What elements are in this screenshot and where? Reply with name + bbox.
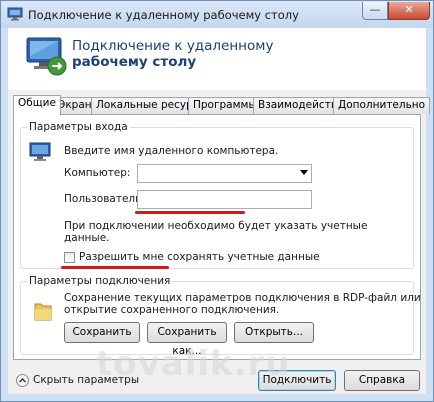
close-button[interactable]: ✕ [388,2,430,20]
remote-desktop-icon [7,7,23,21]
save-as-button[interactable]: Сохранить как... [147,322,227,357]
dialog-header: Подключение к удаленному рабочему столу [8,28,426,90]
annotation-underline-checkbox [61,266,169,269]
tab-page-general: Параметры входа Введите имя удаленного к… [13,114,421,360]
open-button[interactable]: Открыть... [234,322,314,343]
user-field[interactable] [137,190,312,209]
save-credentials-checkbox[interactable] [64,252,75,263]
help-button[interactable]: Справка [344,370,420,391]
chevron-down-icon[interactable] [300,170,308,175]
save-credentials-label[interactable]: Разрешить мне сохранять учетные данные [79,251,320,263]
chevron-up-icon[interactable] [16,374,29,387]
login-settings-title: Параметры входа [27,121,130,133]
login-intro-text: Введите имя удаленного компьютера. [64,145,279,157]
connection-settings-group: Параметры подключения Сохранение текущих… [20,275,421,357]
header-title-line1: Подключение к удаленному [72,38,274,54]
tab-general[interactable]: Общие [13,95,61,115]
credentials-note-line1: При подключении необходимо будет указать… [64,220,368,232]
user-label: Пользователь: [64,193,145,205]
connection-desc-line1: Сохранение текущих параметров подключени… [64,292,421,304]
options-panel: Общие Экран Локальные ресурсы Программы … [8,90,431,394]
credentials-note-line2: данные. [64,232,110,244]
remote-desktop-logo-icon [26,37,67,76]
title-bar[interactable]: Подключение к удаленному рабочему столу … [1,1,433,28]
connection-settings-title: Параметры подключения [27,275,173,287]
folder-icon [34,303,52,321]
login-settings-group: Параметры входа Введите имя удаленного к… [20,121,414,269]
minimize-button[interactable]: — [362,2,388,20]
computer-icon [29,142,51,161]
tab-programs[interactable]: Программы [188,97,262,114]
save-button[interactable]: Сохранить [64,322,140,343]
client-area: Подключение к удаленному рабочему столу … [8,28,431,394]
annotation-underline-user [135,211,245,214]
rdp-window: Подключение к удаленному рабочему столу … [0,0,434,402]
computer-label: Компьютер: [64,167,131,179]
computer-combobox[interactable] [137,164,312,183]
hide-options-label[interactable]: Скрыть параметры [33,374,139,386]
window-title: Подключение к удаленному рабочему столу [28,8,299,22]
header-title-line2: рабочему столу [72,54,197,70]
connection-desc-line2: открытие сохраненного подключения. [64,304,280,316]
connect-button[interactable]: Подключить [258,370,336,391]
tab-advanced[interactable]: Дополнительно [333,97,431,114]
